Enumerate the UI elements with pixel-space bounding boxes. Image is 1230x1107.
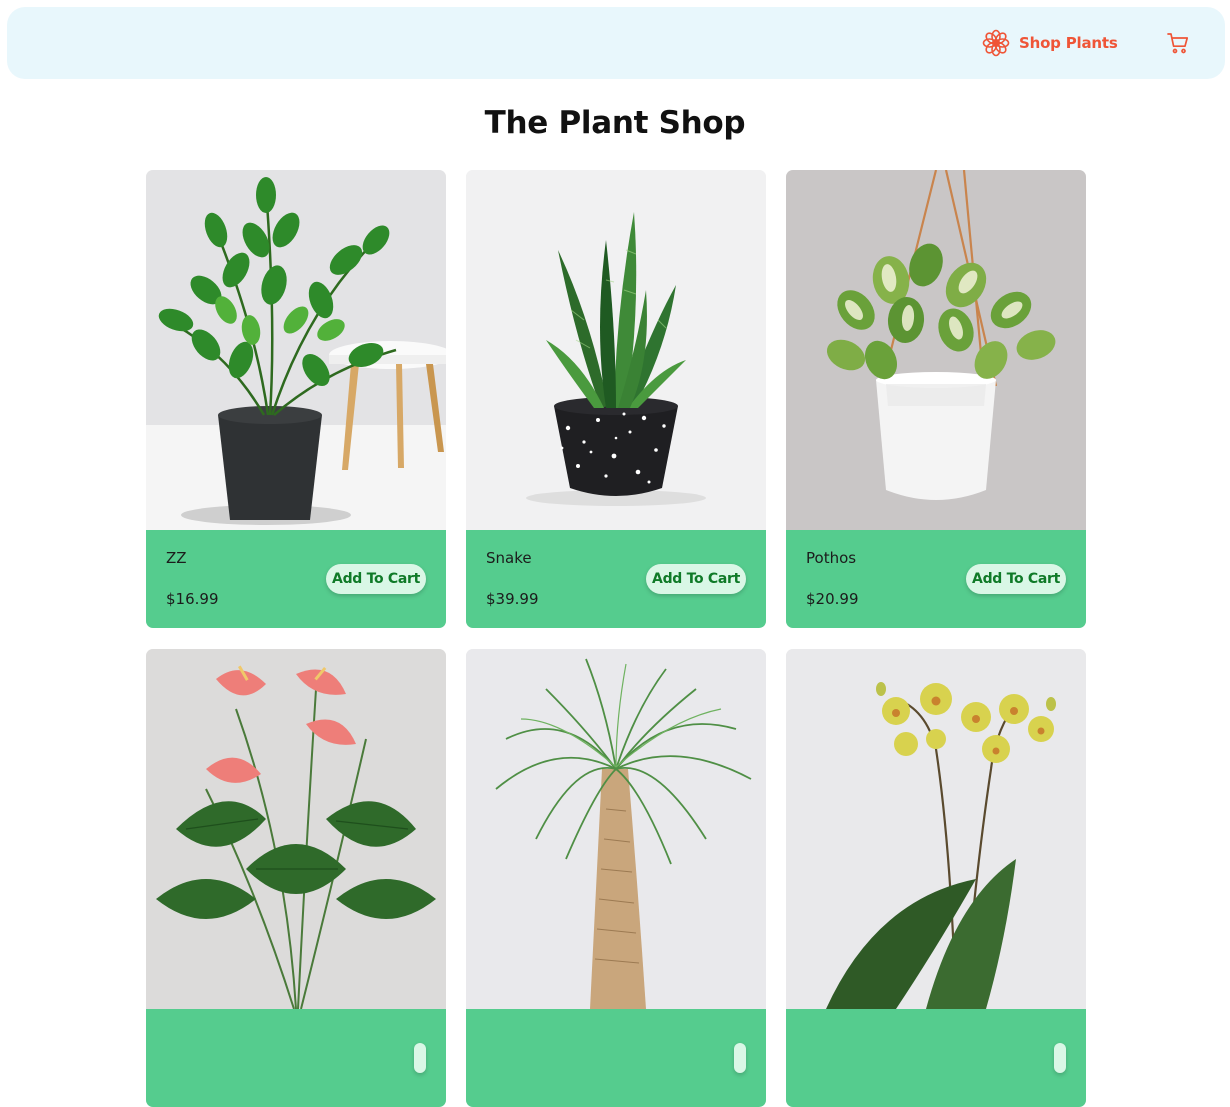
product-info	[466, 1009, 766, 1107]
product-name: ZZ	[166, 549, 187, 567]
add-to-cart-button[interactable]: Add To Cart	[966, 564, 1066, 594]
product-image-anthurium	[146, 649, 446, 1009]
product-image-snake	[466, 170, 766, 530]
add-to-cart-button[interactable]	[734, 1043, 746, 1073]
product-info	[786, 1009, 1086, 1107]
product-price: $16.99	[166, 590, 219, 608]
shop-plants-link[interactable]: Shop Plants	[982, 27, 1118, 59]
add-to-cart-button[interactable]	[1054, 1043, 1066, 1073]
product-card	[786, 649, 1086, 1107]
product-price: $39.99	[486, 590, 539, 608]
product-name: Snake	[486, 549, 532, 567]
product-name: Pothos	[806, 549, 857, 567]
navbar: Shop Plants	[7, 7, 1225, 79]
product-info	[146, 1009, 446, 1107]
product-image-orchid	[786, 649, 1086, 1009]
add-to-cart-button[interactable]	[414, 1043, 426, 1073]
product-card: ZZ $16.99 Add To Cart	[146, 170, 446, 628]
product-image-zz	[146, 170, 446, 530]
product-card: Pothos $20.99 Add To Cart	[786, 170, 1086, 628]
cart-icon[interactable]	[1166, 31, 1190, 55]
product-info: Snake $39.99 Add To Cart	[466, 530, 766, 628]
add-to-cart-button[interactable]: Add To Cart	[326, 564, 426, 594]
shop-plants-label: Shop Plants	[1019, 34, 1118, 52]
product-card	[146, 649, 446, 1107]
product-image-ponytail-palm	[466, 649, 766, 1009]
product-info: Pothos $20.99 Add To Cart	[786, 530, 1086, 628]
add-to-cart-button[interactable]: Add To Cart	[646, 564, 746, 594]
product-image-pothos	[786, 170, 1086, 530]
product-price: $20.99	[806, 590, 859, 608]
product-card: Snake $39.99 Add To Cart	[466, 170, 766, 628]
product-card	[466, 649, 766, 1107]
flower-icon	[982, 29, 1010, 57]
product-info: ZZ $16.99 Add To Cart	[146, 530, 446, 628]
page-title: The Plant Shop	[484, 105, 746, 141]
